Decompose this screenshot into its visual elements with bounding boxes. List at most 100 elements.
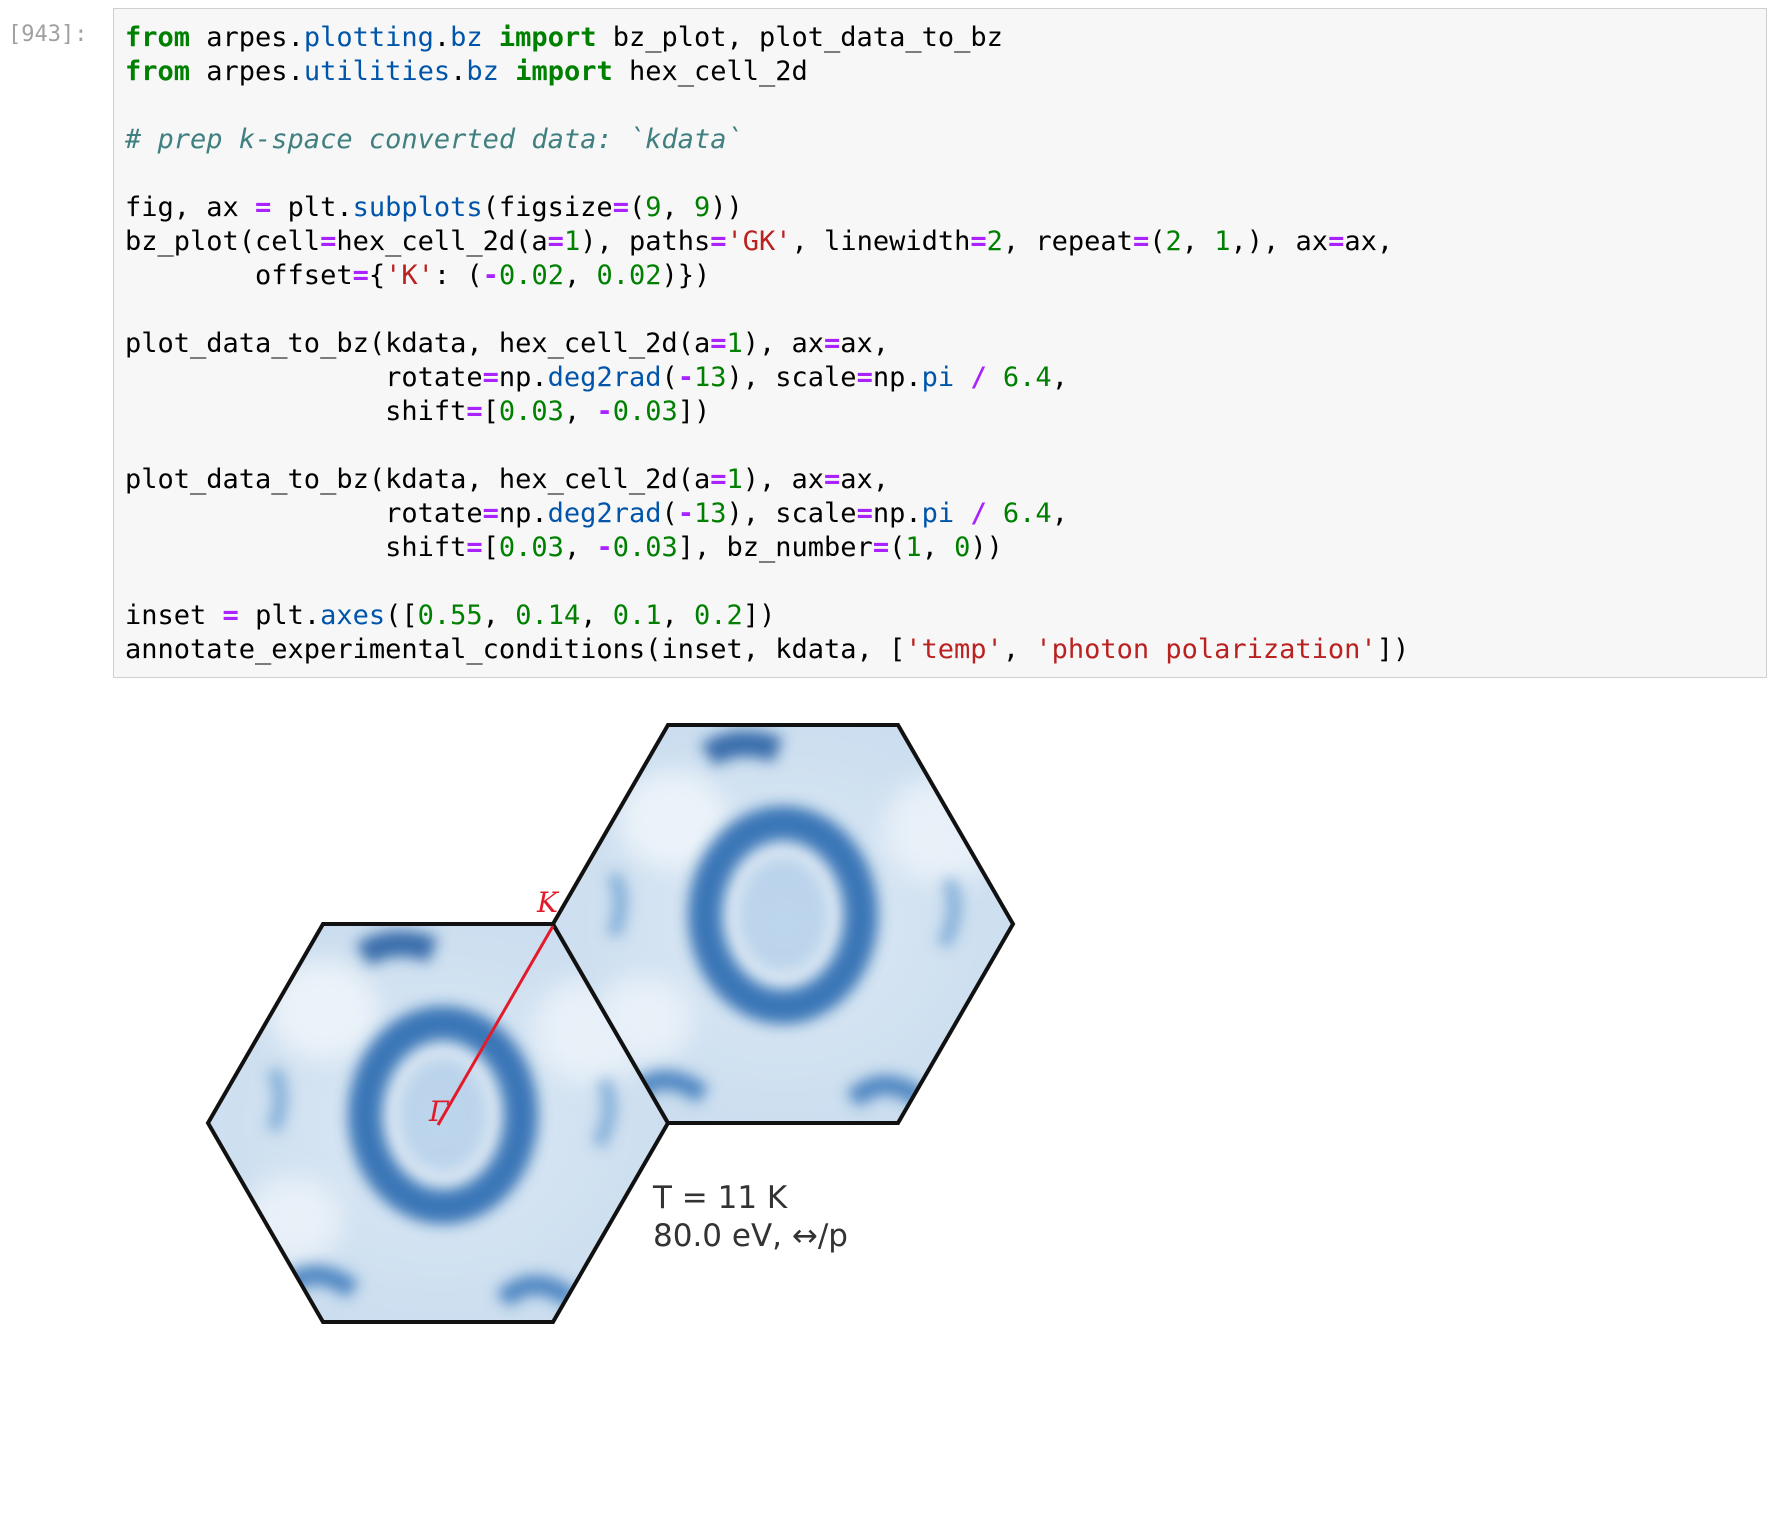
code-line: rotate=np.deg2rad(-13), scale=np.pi / 6.… bbox=[125, 497, 1409, 531]
code-token: , bbox=[482, 600, 516, 631]
code-token: , repeat bbox=[1002, 226, 1133, 257]
code-token: ]) bbox=[742, 600, 776, 631]
code-token: : ( bbox=[433, 260, 483, 291]
code-line: inset = plt.axes([0.55, 0.14, 0.1, 0.2]) bbox=[125, 599, 1409, 633]
code-token: = bbox=[970, 226, 987, 257]
code-token: = bbox=[824, 328, 841, 359]
code-token: = bbox=[710, 464, 727, 495]
code-token: )}) bbox=[661, 260, 711, 291]
code-token: ax, bbox=[840, 328, 890, 359]
code-token: 0.14 bbox=[515, 600, 581, 631]
code-token: pi bbox=[921, 498, 955, 529]
code-line: shift=[0.03, -0.03], bz_number=(1, 0)) bbox=[125, 531, 1409, 565]
code-token: arpes. bbox=[190, 22, 304, 53]
code-token: = bbox=[320, 226, 337, 257]
code-token: rotate bbox=[125, 498, 483, 529]
code-token: , bbox=[661, 192, 694, 223]
code-token: 9 bbox=[645, 192, 662, 223]
code-token: 1 bbox=[1214, 226, 1231, 257]
code-token: 2 bbox=[1165, 226, 1182, 257]
code-token: = bbox=[222, 600, 239, 631]
code-token: 0.02 bbox=[596, 260, 662, 291]
code-token: 'GK' bbox=[726, 226, 792, 257]
code-line: # prep k-space converted data: `kdata` bbox=[125, 123, 1409, 157]
code-token: offset bbox=[125, 260, 353, 291]
code-token: , bbox=[1051, 362, 1068, 393]
code-token: 1 bbox=[726, 464, 743, 495]
code-token: ( bbox=[661, 362, 678, 393]
code-input-area[interactable]: from arpes.plotting.bz import bz_plot, p… bbox=[113, 8, 1767, 678]
code-token: 9 bbox=[694, 192, 711, 223]
code-token: utilities bbox=[303, 56, 451, 87]
code-token: = bbox=[710, 328, 727, 359]
code-token: ( bbox=[628, 192, 646, 223]
code-token: 0.55 bbox=[417, 600, 483, 631]
code-token: from bbox=[125, 22, 191, 53]
code-line: fig, ax = plt.subplots(figsize=(9, 9)) bbox=[125, 191, 1409, 225]
code-token: = bbox=[1132, 226, 1150, 257]
code-editor[interactable]: from arpes.plotting.bz import bz_plot, p… bbox=[125, 21, 1409, 667]
code-line: plot_data_to_bz(kdata, hex_cell_2d(a=1),… bbox=[125, 327, 1409, 361]
code-token: 6.4 bbox=[1002, 362, 1052, 393]
code-token: ), scale bbox=[726, 498, 857, 529]
code-token: rotate bbox=[125, 362, 483, 393]
code-token: = bbox=[352, 260, 369, 291]
code-token: - bbox=[482, 260, 499, 291]
code-line: shift=[0.03, -0.03]) bbox=[125, 395, 1409, 429]
code-token: ), paths bbox=[580, 226, 711, 257]
code-token: 0.1 bbox=[612, 600, 662, 631]
code-token: 0.03 bbox=[498, 532, 564, 563]
code-token: ( bbox=[889, 532, 906, 563]
code-token: , bbox=[1181, 226, 1215, 257]
code-token: 0.02 bbox=[498, 260, 564, 291]
code-token: deg2rad bbox=[547, 362, 662, 393]
code-token: , bbox=[563, 396, 597, 427]
code-token: 2 bbox=[986, 226, 1003, 257]
code-token: , bbox=[563, 532, 597, 563]
code-token: - bbox=[677, 362, 694, 393]
experimental-conditions-inset: T = 11 K 80.0 eV, ↔/p bbox=[652, 1180, 848, 1254]
code-token: (figsize bbox=[482, 192, 613, 223]
code-token: 0 bbox=[954, 532, 971, 563]
code-token: np. bbox=[498, 362, 548, 393]
code-token: = bbox=[856, 362, 873, 393]
code-line: offset={'K': (-0.02, 0.02)}) bbox=[125, 259, 1409, 293]
code-token: 1 bbox=[726, 328, 743, 359]
code-token: [ bbox=[482, 396, 499, 427]
code-token: import bbox=[515, 56, 613, 87]
code-token: = bbox=[824, 464, 841, 495]
code-line: from arpes.plotting.bz import bz_plot, p… bbox=[125, 21, 1409, 55]
code-token: ,), ax bbox=[1230, 226, 1329, 257]
code-token: . bbox=[433, 22, 451, 53]
code-token: import bbox=[498, 22, 597, 53]
code-token: 0.2 bbox=[694, 600, 743, 631]
code-token: 0.03 bbox=[498, 396, 564, 427]
code-token: , bbox=[1051, 498, 1068, 529]
code-token: - bbox=[677, 498, 694, 529]
code-token: 0.03 bbox=[612, 396, 678, 427]
code-token: np. bbox=[872, 362, 922, 393]
code-token: 6.4 bbox=[1002, 498, 1052, 529]
code-token: 13 bbox=[694, 498, 727, 529]
code-token: deg2rad bbox=[547, 498, 662, 529]
photon-annotation: 80.0 eV, ↔/p bbox=[653, 1218, 848, 1254]
code-token: 'temp' bbox=[905, 634, 1003, 665]
code-token: ax, bbox=[1344, 226, 1394, 257]
code-token: , bbox=[921, 532, 955, 563]
code-token: plot_data_to_bz(kdata, hex_cell_2d(a bbox=[125, 464, 711, 495]
code-token: ]) bbox=[677, 396, 711, 427]
code-token: # prep k-space converted data: `kdata` bbox=[125, 124, 743, 155]
k-label: K bbox=[536, 886, 560, 919]
code-token: 1 bbox=[905, 532, 922, 563]
code-token: = bbox=[1328, 226, 1345, 257]
code-token: ), scale bbox=[726, 362, 857, 393]
code-token: axes bbox=[320, 600, 386, 631]
code-token: plot_data_to_bz(kdata, hex_cell_2d(a bbox=[125, 328, 711, 359]
